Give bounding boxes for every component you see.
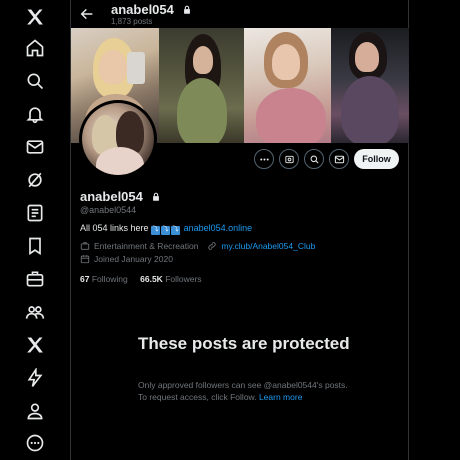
left-nav-rail xyxy=(0,0,71,460)
verified-orgs-icon[interactable] xyxy=(22,365,48,391)
protected-title: These posts are protected xyxy=(138,334,350,353)
followers-stat[interactable]: 66.5K Followers xyxy=(140,274,201,284)
communities-icon[interactable] xyxy=(22,299,48,325)
search-profile-button[interactable] xyxy=(304,149,324,169)
lock-icon xyxy=(151,189,161,207)
search-icon xyxy=(310,155,319,164)
premium-x-icon[interactable] xyxy=(22,332,48,358)
header-post-count: 1,873 posts xyxy=(111,17,153,26)
following-count: 67 xyxy=(80,274,90,284)
bio-text: All 054 links here xyxy=(80,223,149,233)
profile-website-link[interactable]: my.club/Anabel054_Club xyxy=(221,241,315,251)
protected-message: Only approved followers can see @anabel0… xyxy=(138,379,348,403)
header-name: anabel054 xyxy=(111,2,174,17)
banner-photo xyxy=(331,28,409,143)
profile-stats: 67 Following 66.5K Followers xyxy=(80,274,202,284)
lists-icon[interactable] xyxy=(22,200,48,226)
following-stat[interactable]: 67 Following xyxy=(80,274,128,284)
calendar-icon xyxy=(80,255,90,264)
profile-meta-row: Entertainment & Recreation my.club/Anabe… xyxy=(80,241,315,251)
avatar[interactable] xyxy=(79,100,157,178)
profile-icon[interactable] xyxy=(22,398,48,424)
header-title: anabel054 xyxy=(111,2,192,18)
notifications-icon[interactable] xyxy=(22,101,48,127)
search-icon[interactable] xyxy=(22,68,48,94)
follow-button[interactable]: Follow xyxy=(354,149,399,169)
link-icon xyxy=(208,242,217,250)
bio-link[interactable]: anabel054.online xyxy=(184,223,253,233)
following-label: Following xyxy=(91,274,128,284)
profile-joined-date: Joined January 2020 xyxy=(94,254,173,264)
message-button[interactable] xyxy=(329,149,349,169)
category-briefcase-icon xyxy=(80,242,90,250)
profile-joined-row: Joined January 2020 xyxy=(80,254,173,264)
profile-category: Entertainment & Recreation xyxy=(94,241,199,251)
grok-button[interactable] xyxy=(279,149,299,169)
x-logo-icon[interactable] xyxy=(22,4,48,30)
home-icon[interactable] xyxy=(22,35,48,61)
lock-icon xyxy=(182,3,192,18)
followers-label: Followers xyxy=(165,274,202,284)
followers-count: 66.5K xyxy=(140,274,163,284)
more-icon[interactable] xyxy=(22,430,48,456)
learn-more-link[interactable]: Learn more xyxy=(259,392,302,402)
envelope-icon xyxy=(334,155,344,163)
profile-bio: All 054 links here ⤵ ⤵ ⤵ anabel054.online xyxy=(80,223,252,235)
avatar-photo xyxy=(82,103,154,175)
more-dots-icon xyxy=(259,157,269,161)
profile-header-bar: anabel054 1,873 posts xyxy=(71,0,409,28)
back-arrow-icon[interactable] xyxy=(79,6,95,22)
bookmarks-icon[interactable] xyxy=(22,233,48,259)
more-options-button[interactable] xyxy=(254,149,274,169)
banner-photo xyxy=(244,28,331,143)
display-name: anabel054 xyxy=(80,189,143,204)
profile-handle: @anabel0544 xyxy=(80,205,137,215)
down-arrow-emoji-icon: ⤵ xyxy=(171,226,181,235)
messages-icon[interactable] xyxy=(22,134,48,160)
down-arrow-emoji-icon: ⤵ xyxy=(151,226,161,235)
grok-box-icon xyxy=(284,155,294,163)
profile-column: anabel054 1,873 posts Follow anabel054 @… xyxy=(71,0,409,460)
down-arrow-emoji-icon: ⤵ xyxy=(161,226,171,235)
banner-photo xyxy=(159,28,244,143)
grok-icon[interactable] xyxy=(22,167,48,193)
jobs-icon[interactable] xyxy=(22,266,48,292)
protected-body-text: Only approved followers can see @anabel0… xyxy=(138,380,348,402)
